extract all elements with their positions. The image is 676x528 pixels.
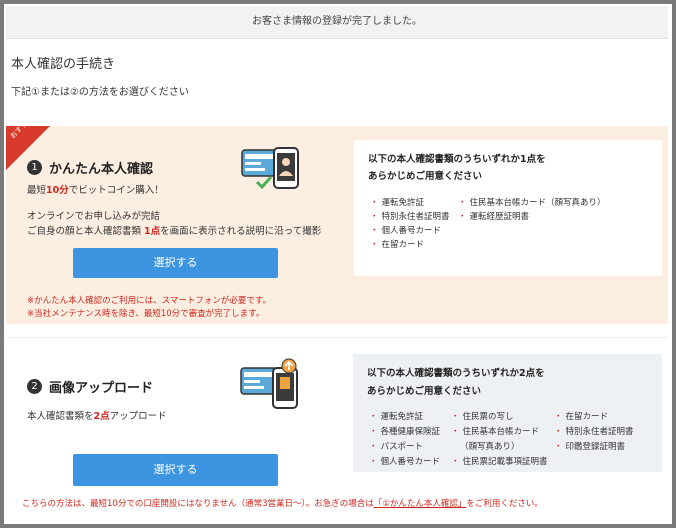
- document-item-note: （顔写真あり）: [460, 442, 520, 452]
- option-desc-online: オンラインでお申し込みが完結: [27, 211, 161, 222]
- option-desc-photo: ご自身の顔と本人確認書類 1点を画面に表示される説明に沿って撮影: [27, 226, 322, 237]
- document-item: ・住民票の写し: [451, 412, 514, 422]
- option-desc-upload: 本人確認書類を2点アップロード: [27, 411, 167, 422]
- smartphone-required-note: ※かんたん本人確認のご利用には、スマートフォンが必要です。: [27, 296, 272, 306]
- documents-heading-2: あらかじめご用意ください: [367, 386, 482, 397]
- document-item: ・住民票記載事項証明書: [451, 457, 548, 467]
- documents-heading-2: あらかじめご用意ください: [368, 171, 483, 182]
- option-heading: 画像アップロード: [49, 381, 154, 396]
- footer-note: こちらの方法は、最短10分での口座開設にはなりません（通常3営業日〜）。お急ぎの…: [22, 499, 543, 509]
- document-item: ・印鑑登録証明書: [554, 442, 626, 452]
- document-item: ・特別永住者証明書: [554, 427, 634, 437]
- registration-complete-banner: お客さま情報の登録が完了しました。: [6, 6, 668, 39]
- id-card-upload-icon: [240, 358, 298, 409]
- option-easy-verification-panel: おすすめ 1 かんたん本人確認 最短10分でビットコイン購入！ オンラインでお申…: [6, 115, 668, 324]
- document-item: ・パスポート: [369, 442, 424, 452]
- option-heading: かんたん本人確認: [49, 162, 154, 177]
- option-image-upload-panel: 2 画像アップロード 本人確認書類を2点アップロード 選択する 以下の本人確認書…: [6, 337, 668, 521]
- document-item: ・運転経歴証明書: [458, 212, 530, 222]
- document-item: ・個人番号カード: [370, 226, 442, 236]
- document-item: ・個人番号カード: [369, 457, 441, 467]
- document-item: ・各種健康保険証: [369, 427, 441, 437]
- document-item: ・在留カード: [370, 240, 425, 250]
- document-item: ・住民基本台帳カード（顔写真あり）: [458, 198, 606, 208]
- option-tagline: 最短10分でビットコイン購入！: [27, 185, 164, 196]
- option-number-badge: 1: [27, 160, 42, 175]
- option-number-badge: 2: [27, 379, 42, 394]
- select-image-upload-button[interactable]: 選択する: [73, 454, 278, 486]
- page-subtitle: 下記①または②の方法をお選びください: [11, 87, 189, 98]
- page-title: 本人確認の手続き: [11, 57, 116, 72]
- documents-heading: 以下の本人確認書類のうちいずれか2点を: [367, 368, 545, 379]
- required-documents-box: 以下の本人確認書類のうちいずれか2点を あらかじめご用意ください ・運転免許証 …: [353, 354, 662, 472]
- documents-heading: 以下の本人確認書類のうちいずれか1点を: [368, 154, 546, 165]
- select-easy-verification-button[interactable]: 選択する: [73, 248, 278, 278]
- easy-verification-link[interactable]: 「①かんたん本人確認」: [374, 499, 467, 509]
- document-item: ・運転免許証: [369, 412, 424, 422]
- document-item: ・住民基本台帳カード: [451, 427, 540, 437]
- review-time-note: ※当社メンテナンス時を除き、最短10分で審査が完了します。: [27, 309, 265, 319]
- document-item: ・運転免許証: [370, 198, 425, 208]
- document-item: ・在留カード: [554, 412, 609, 422]
- required-documents-box: 以下の本人確認書類のうちいずれか1点を あらかじめご用意ください ・運転免許証 …: [354, 140, 662, 276]
- id-card-phone-check-icon: [241, 147, 299, 190]
- document-item: ・特別永住者証明書: [370, 212, 450, 222]
